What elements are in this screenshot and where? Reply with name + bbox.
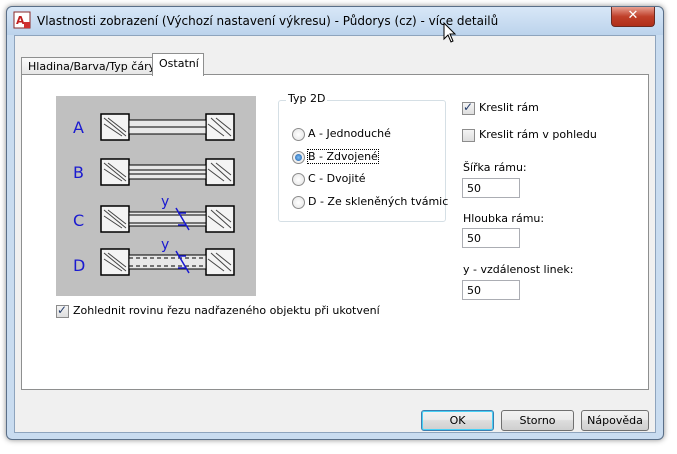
tab-other[interactable]: Ostatní	[152, 53, 204, 76]
radio-type-d-label[interactable]: D - Ze skleněných tvámic	[308, 195, 448, 208]
radio-type-b-label[interactable]: B - Zdvojené	[307, 149, 379, 164]
radio-type-b[interactable]: B - Zdvojené	[292, 149, 379, 164]
dialog-window: A Vlastnosti zobrazení (Výchozí nastaven…	[6, 6, 664, 440]
ok-button[interactable]: OK	[421, 410, 494, 431]
cut-plane-checkbox[interactable]: Zohlednit rovinu řezu nadřazeného objekt…	[56, 303, 380, 318]
preview-dimension-label-c: y	[161, 194, 169, 210]
radio-type-a[interactable]: A - Jednoduché	[292, 127, 391, 141]
line-distance-label: y - vzdálenost linek:	[463, 263, 574, 276]
radio-type-d-dot[interactable]	[292, 195, 305, 209]
preview-label-b: B	[73, 163, 84, 182]
radio-type-c-dot[interactable]	[292, 172, 305, 186]
svg-text:A: A	[16, 14, 25, 27]
frame-width-input[interactable]: 50	[462, 178, 520, 198]
cut-plane-box[interactable]	[56, 303, 69, 318]
radio-type-a-label[interactable]: A - Jednoduché	[308, 127, 391, 140]
window-title: Vlastnosti zobrazení (Výchozí nastavení …	[37, 14, 499, 28]
draw-frame-checkbox[interactable]: Kreslit rám	[462, 100, 539, 115]
line-distance-input[interactable]: 50	[462, 280, 520, 300]
cut-plane-label[interactable]: Zohlednit rovinu řezu nadřazeného objekt…	[73, 304, 380, 317]
draw-frame-view-label[interactable]: Kreslit rám v pohledu	[479, 128, 597, 141]
help-button[interactable]: Nápověda	[581, 410, 649, 431]
radio-type-a-dot[interactable]	[292, 127, 305, 141]
title-bar[interactable]: A Vlastnosti zobrazení (Výchozí nastaven…	[7, 7, 663, 35]
dialog-client-area: Hladina/Barva/Typ čáry Ostatní A B C D y…	[14, 35, 656, 433]
radio-type-c[interactable]: C - Dvojité	[292, 172, 366, 186]
draw-frame-view-checkbox[interactable]: Kreslit rám v pohledu	[462, 128, 597, 142]
close-button[interactable]: ✕	[611, 7, 655, 27]
cancel-button[interactable]: Storno	[501, 410, 574, 431]
tab-panel-other: A B C D y y Typ 2D A - Jednoduché B - Zd…	[21, 74, 649, 390]
radio-type-d[interactable]: D - Ze skleněných tvámic	[292, 195, 448, 209]
preview-label-a: A	[73, 118, 84, 137]
preview-label-c: C	[73, 211, 84, 230]
mouse-cursor-icon	[443, 22, 457, 43]
frame-depth-input[interactable]: 50	[462, 228, 520, 248]
draw-frame-box[interactable]	[462, 100, 475, 115]
type-2d-group-label: Typ 2D	[286, 92, 328, 105]
draw-frame-label[interactable]: Kreslit rám	[479, 101, 539, 114]
window-type-preview: A B C D y y	[56, 96, 256, 296]
frame-width-label: Šířka rámu:	[463, 161, 527, 174]
draw-frame-view-box[interactable]	[462, 128, 475, 142]
preview-label-d: D	[73, 256, 85, 275]
autocad-icon: A	[13, 11, 31, 29]
frame-depth-label: Hloubka rámu:	[463, 212, 545, 225]
preview-dimension-label-d: y	[161, 237, 169, 253]
radio-type-c-label[interactable]: C - Dvojité	[308, 172, 366, 185]
radio-type-b-dot[interactable]	[292, 150, 305, 164]
